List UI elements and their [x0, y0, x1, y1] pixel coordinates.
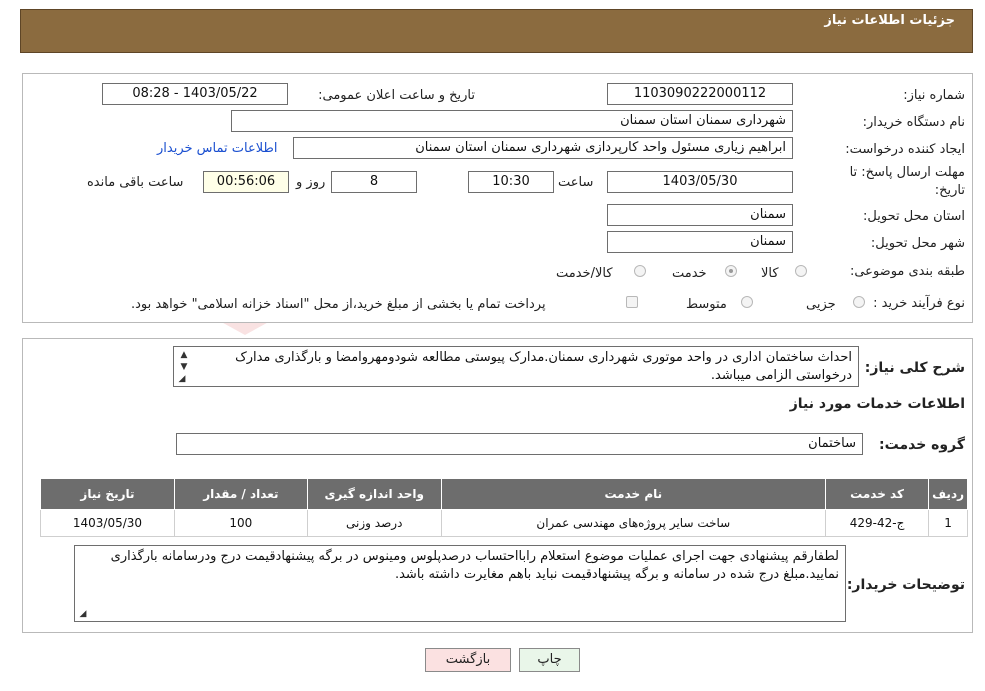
row-date: 1403/05/30: [40, 509, 175, 537]
col-qty-header: تعداد / مقدار: [173, 478, 308, 510]
col-date-header: تاریخ نیاز: [40, 478, 175, 510]
announce-datetime-field: 1403/05/22 - 08:28: [102, 83, 288, 105]
purchase-option-medium: متوسط: [686, 297, 727, 312]
services-section-title: اطلاعات خدمات مورد نیاز: [789, 396, 965, 412]
summary-scroll-arrows[interactable]: ▲ ▼: [176, 349, 192, 373]
purchase-radio-small[interactable]: [853, 296, 865, 308]
row-qty: 100: [173, 509, 308, 537]
need-number-label: شماره نیاز:: [903, 88, 965, 103]
buyer-notes-resize-grip[interactable]: ◢: [75, 608, 91, 620]
col-name-header: نام خدمت: [440, 478, 826, 510]
page-title: جزئیات اطلاعات نیاز: [824, 13, 955, 28]
category-radio-service[interactable]: [725, 265, 737, 277]
announce-label: تاریخ و ساعت اعلان عمومی:: [318, 88, 475, 103]
purchase-type-label: نوع فرآیند خرید :: [873, 296, 965, 311]
category-option-service: خدمت: [672, 266, 707, 281]
service-group-label: گروه خدمت:: [879, 437, 965, 453]
province-field: سمنان: [607, 204, 793, 226]
services-table-header: ردیف کد خدمت نام خدمت واحد اندازه گیری ت…: [40, 478, 968, 510]
days-label: روز و: [296, 175, 326, 190]
buyer-notes-text: لطفارقم پیشنهادی جهت اجرای عملیات موضوع …: [110, 549, 839, 582]
province-label: استان محل تحویل:: [863, 209, 965, 224]
remaining-time-label: ساعت باقی مانده: [87, 175, 184, 190]
city-label: شهر محل تحویل:: [870, 236, 965, 251]
category-option-goods: کالا: [761, 266, 779, 281]
row-service-name: ساخت سایر پروژه‌های مهندسی عمران: [440, 509, 826, 537]
treasury-payment-checkbox[interactable]: [626, 296, 638, 308]
row-code: ج-42-429: [824, 509, 930, 537]
buyer-notes-label: توضیحات خریدار:: [846, 577, 965, 593]
category-option-goods-service: کالا/خدمت: [556, 266, 613, 281]
need-number-field: 1103090222000112: [607, 83, 793, 105]
deadline-label-1: مهلت ارسال پاسخ: تا: [849, 165, 965, 180]
deadline-date-field: 1403/05/30: [607, 171, 793, 193]
services-table: ردیف کد خدمت نام خدمت واحد اندازه گیری ت…: [40, 478, 968, 537]
category-radio-goods-service[interactable]: [634, 265, 646, 277]
print-button[interactable]: چاپ: [519, 648, 580, 672]
table-row: 1 ج-42-429 ساخت سایر پروژه‌های مهندسی عم…: [40, 509, 968, 537]
remaining-time-field: 00:56:06: [203, 171, 289, 193]
buyer-org-label: نام دستگاه خریدار:: [862, 115, 965, 130]
deadline-hour-label: ساعت: [558, 175, 594, 190]
category-label: طبقه بندی موضوعی:: [849, 264, 965, 279]
creator-field: ابراهیم زیاری مسئول واحد کارپردازی شهردا…: [293, 137, 793, 159]
buyer-notes-textarea[interactable]: لطفارقم پیشنهادی جهت اجرای عملیات موضوع …: [74, 545, 846, 622]
col-index-header: ردیف: [928, 478, 968, 510]
buyer-contact-link[interactable]: اطلاعات تماس خریدار: [157, 141, 277, 156]
purchase-option-small: جزیی: [806, 297, 836, 312]
summary-resize-grip[interactable]: ◢: [174, 373, 190, 385]
buyer-org-field: شهرداری سمنان استان سمنان: [231, 110, 793, 132]
creator-label: ایجاد کننده درخواست:: [845, 142, 965, 157]
summary-textarea[interactable]: احداث ساختمان اداری در واحد موتوری شهردا…: [173, 346, 859, 387]
row-index: 1: [928, 509, 968, 537]
category-radio-goods[interactable]: [795, 265, 807, 277]
summary-text: احداث ساختمان اداری در واحد موتوری شهردا…: [235, 350, 852, 383]
purchase-radio-medium[interactable]: [741, 296, 753, 308]
col-code-header: کد خدمت: [824, 478, 930, 510]
summary-label: شرح کلی نیاز:: [864, 360, 965, 376]
treasury-payment-note: پرداخت تمام یا بخشی از مبلغ خرید،از محل …: [131, 297, 546, 312]
city-field: سمنان: [607, 231, 793, 253]
back-button[interactable]: بازگشت: [425, 648, 511, 672]
deadline-time-field: 10:30: [468, 171, 554, 193]
days-remaining-field: 8: [331, 171, 417, 193]
col-unit-header: واحد اندازه گیری: [306, 478, 442, 510]
row-unit: درصد وزنی: [306, 509, 442, 537]
deadline-label-2: تاریخ:: [934, 183, 965, 198]
service-group-field: ساختمان: [176, 433, 863, 455]
